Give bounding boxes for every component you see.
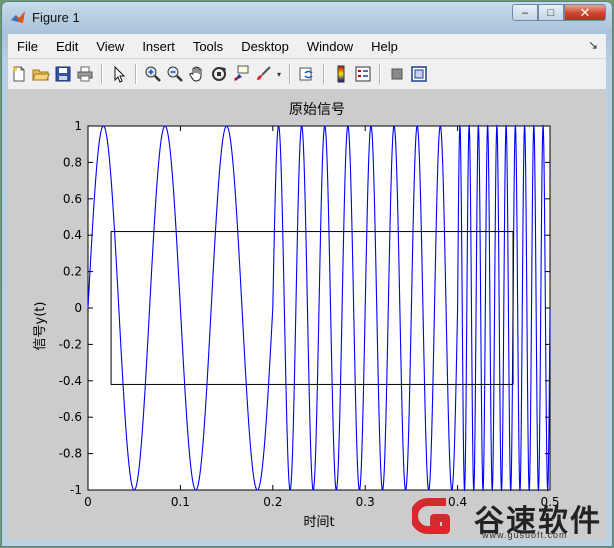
y-tick-label: -0.6 <box>59 410 82 424</box>
menu-edit[interactable]: Edit <box>47 39 87 54</box>
insert-colorbar-icon <box>337 65 345 83</box>
brush-icon <box>257 66 271 80</box>
menu-insert[interactable]: Insert <box>133 39 184 54</box>
y-tick-label: 0.6 <box>63 192 82 206</box>
data-cursor-icon <box>234 65 249 81</box>
pan-button[interactable] <box>186 63 208 85</box>
y-tick-label: -0.4 <box>59 374 82 388</box>
data-cursor-button[interactable] <box>230 63 252 85</box>
figure-toolbar: ▾ <box>8 59 606 90</box>
show-plot-tools-button[interactable] <box>408 63 430 85</box>
brand-logo-icon <box>412 498 450 534</box>
insert-legend-button[interactable] <box>352 63 374 85</box>
insert-colorbar-button[interactable] <box>330 63 352 85</box>
link-icon <box>299 67 313 81</box>
x-tick-label: 0.2 <box>263 495 282 509</box>
menu-window[interactable]: Window <box>298 39 362 54</box>
show-plot-tools-icon <box>411 66 427 82</box>
brush-button[interactable] <box>252 63 274 85</box>
pan-hand-icon <box>189 66 202 82</box>
watermark-url: www.gusuoft.com <box>482 530 568 540</box>
brush-dropdown[interactable]: ▾ <box>274 63 284 85</box>
zoom-out-button[interactable] <box>164 63 186 85</box>
y-tick-label: -0.8 <box>59 447 82 461</box>
title-bar[interactable]: Figure 1 – □ ✕ <box>2 2 612 32</box>
close-button[interactable]: ✕ <box>564 4 606 21</box>
zoom-in-icon <box>145 66 161 82</box>
toolbar-separator <box>135 64 137 84</box>
menu-tools[interactable]: Tools <box>184 39 232 54</box>
menu-desktop[interactable]: Desktop <box>232 39 298 54</box>
save-button[interactable] <box>52 63 74 85</box>
rotate-button[interactable] <box>208 63 230 85</box>
open-file-icon <box>32 69 50 81</box>
edit-plot-button[interactable] <box>108 63 130 85</box>
figure-canvas[interactable]: 原始信号 0 0.1 0.2 0.3 0.4 0.5 -1 -0.8 -0.6 -0.4 -0.2 0… <box>8 90 606 540</box>
open-file-button[interactable] <box>30 63 52 85</box>
figure-window: Figure 1 – □ ✕ File Edit View Insert Too… <box>1 1 613 547</box>
print-icon <box>77 66 93 82</box>
toolbar-separator <box>289 64 291 84</box>
maximize-button[interactable]: □ <box>538 4 564 21</box>
x-tick-label: 0.3 <box>356 495 375 509</box>
menu-bar: File Edit View Insert Tools Desktop Wind… <box>8 34 606 59</box>
hide-plot-tools-button[interactable] <box>386 63 408 85</box>
y-axis-label: 信号y(t) <box>33 302 48 351</box>
matlab-logo-icon <box>11 11 25 23</box>
menu-file[interactable]: File <box>8 39 47 54</box>
toolbar-separator <box>323 64 325 84</box>
y-tick-label: 1 <box>74 119 82 133</box>
y-tick-label: 0.2 <box>63 265 82 279</box>
print-button[interactable] <box>74 63 96 85</box>
menu-help[interactable]: Help <box>362 39 407 54</box>
window-title: Figure 1 <box>32 9 80 25</box>
hide-plot-tools-icon <box>391 68 403 80</box>
x-tick-label: 0 <box>84 495 92 509</box>
link-plot-button[interactable] <box>296 63 318 85</box>
y-tick-label: 0.8 <box>63 155 82 169</box>
x-tick-label: 0.1 <box>171 495 190 509</box>
y-tick-label: -0.2 <box>59 337 82 351</box>
minimize-button[interactable]: – <box>512 4 538 21</box>
y-tick-label: -1 <box>70 483 82 497</box>
zoom-in-button[interactable] <box>142 63 164 85</box>
chart-title: 原始信号 <box>289 102 345 118</box>
x-axis-label: 时间t <box>303 515 334 530</box>
zoom-out-icon <box>167 66 183 82</box>
rotate-3d-icon <box>212 67 226 81</box>
y-tick-label: 0.4 <box>63 228 82 242</box>
y-tick-label: 0 <box>74 301 82 315</box>
menu-view[interactable]: View <box>87 39 133 54</box>
menu-dock-arrow-icon[interactable]: ↘ <box>588 38 598 52</box>
save-icon <box>55 66 71 82</box>
toolbar-separator <box>379 64 381 84</box>
plot-svg: 原始信号 0 0.1 0.2 0.3 0.4 0.5-1-0.8-0.6-0.4-0.20… <box>33 102 560 530</box>
watermark: 谷速软件 www.gusuoft.com <box>412 494 612 546</box>
edit-plot-arrow-icon <box>114 65 126 83</box>
insert-legend-icon <box>355 66 371 82</box>
toolbar-separator <box>101 64 103 84</box>
new-figure-icon <box>13 66 25 82</box>
new-figure-button[interactable] <box>8 63 30 85</box>
